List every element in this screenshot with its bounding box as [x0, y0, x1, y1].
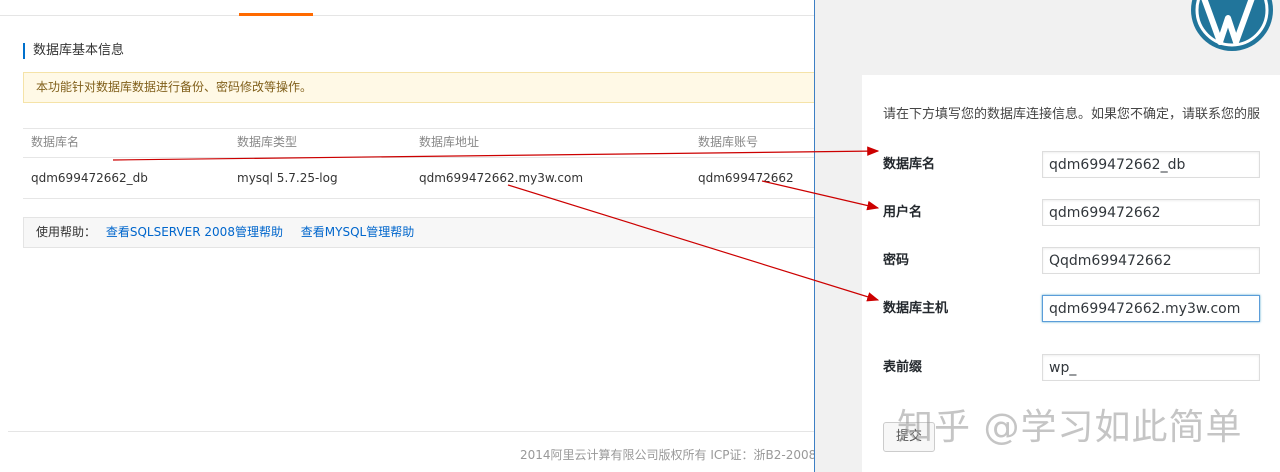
header-db-account: 数据库账号 — [698, 135, 759, 149]
section-title: 数据库基本信息 — [23, 43, 124, 59]
label-table-prefix: 表前缀 — [883, 360, 923, 375]
hosting-panel: 数据库基本信息 本功能针对数据库数据进行备份、密码修改等操作。 数据库名 数据库… — [0, 0, 815, 472]
setup-intro: 请在下方填写您的数据库连接信息。如果您不确定，请联系您的服 — [883, 107, 1261, 122]
table-header: 数据库名 数据库类型 数据库地址 数据库账号 — [23, 128, 815, 158]
wordpress-logo-icon — [1191, 0, 1273, 51]
active-tab-indicator — [239, 13, 313, 16]
password-input[interactable] — [1042, 247, 1260, 274]
table-row: qdm699472662_db mysql 5.7.25-log qdm6994… — [23, 158, 815, 199]
footer-copyright: 2014阿里云计算有限公司版权所有 ICP证：浙B2-20080 — [520, 448, 815, 462]
help-label: 使用帮助： — [36, 225, 97, 239]
db-host-input[interactable] — [1042, 295, 1260, 322]
sqlserver-help-link[interactable]: 查看SQLSERVER 2008管理帮助 — [106, 225, 283, 239]
cell-db-name: qdm699472662_db — [31, 171, 148, 185]
header-db-type: 数据库类型 — [237, 135, 298, 149]
footer-divider — [8, 431, 815, 432]
zhihu-watermark: 知乎 @学习如此简单 — [897, 407, 1243, 448]
db-name-input[interactable] — [1042, 151, 1260, 178]
label-db-name: 数据库名 — [883, 157, 936, 172]
label-username: 用户名 — [883, 205, 923, 220]
cell-db-address: qdm699472662.my3w.com — [419, 171, 584, 185]
table-prefix-input[interactable] — [1042, 354, 1260, 381]
header-db-address: 数据库地址 — [419, 135, 480, 149]
username-input[interactable] — [1042, 199, 1260, 226]
mysql-help-link[interactable]: 查看MYSQL管理帮助 — [301, 225, 414, 239]
tab-bar-border — [0, 15, 815, 16]
help-bar: 使用帮助： 查看SQLSERVER 2008管理帮助 查看MYSQL管理帮助 — [23, 217, 815, 248]
cell-db-account: qdm699472662 — [698, 171, 794, 185]
header-db-name: 数据库名 — [31, 135, 80, 149]
cell-db-type: mysql 5.7.25-log — [237, 171, 338, 185]
label-db-host: 数据库主机 — [883, 301, 949, 316]
notice-banner: 本功能针对数据库数据进行备份、密码修改等操作。 — [23, 72, 815, 103]
database-table: 数据库名 数据库类型 数据库地址 数据库账号 qdm699472662_db m… — [23, 128, 815, 199]
label-password: 密码 — [883, 253, 910, 268]
